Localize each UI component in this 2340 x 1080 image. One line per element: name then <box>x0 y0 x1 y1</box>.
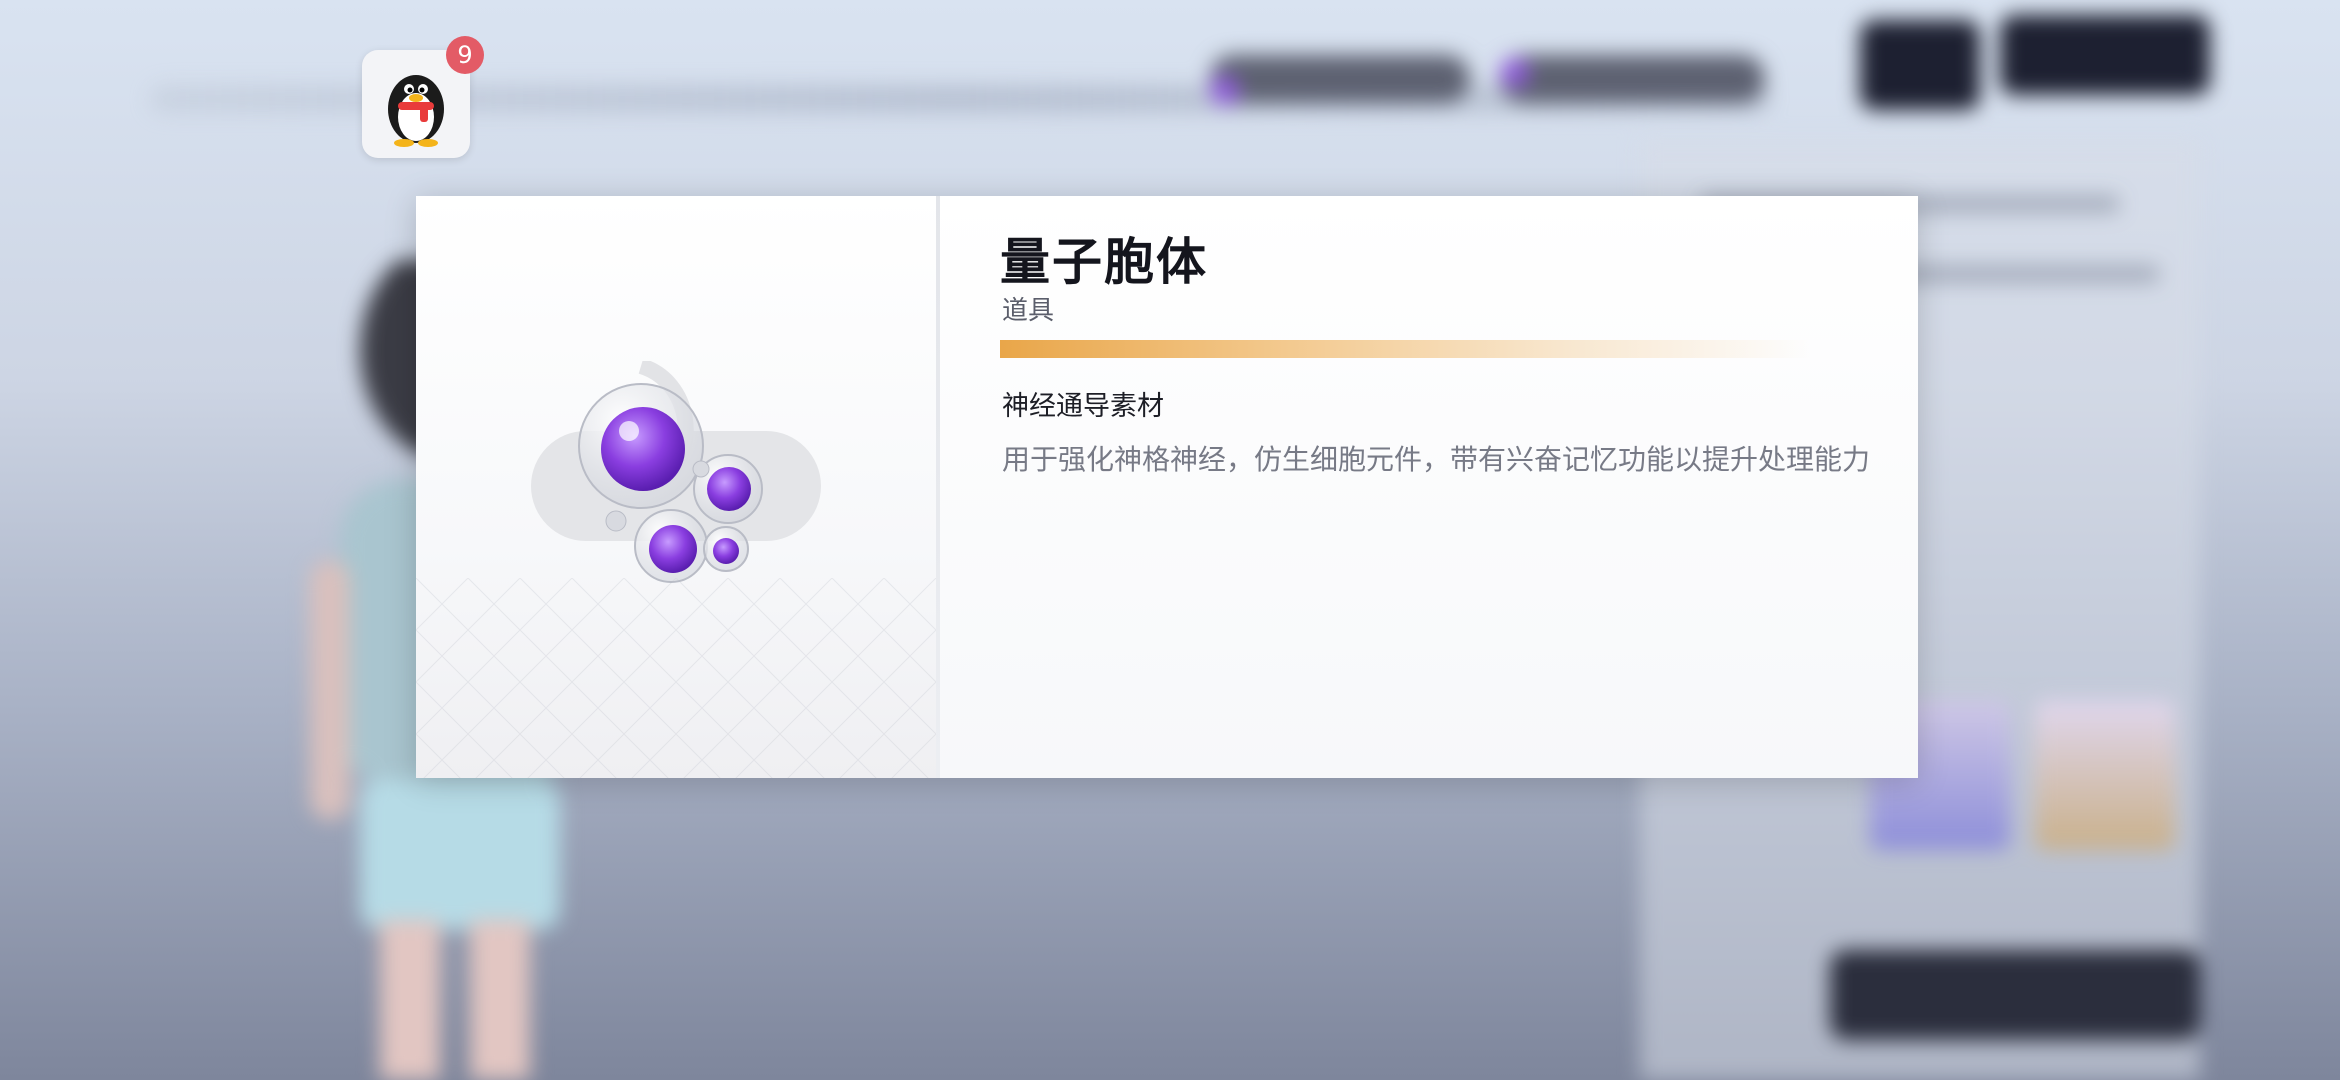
notification-badge: 9 <box>446 36 484 74</box>
quantum-cell-icon <box>531 361 821 583</box>
background-item-slot <box>2035 700 2175 850</box>
background-currency-icon-2 <box>1500 58 1530 88</box>
qq-penguin-icon <box>388 75 444 147</box>
diamond-pattern <box>416 578 936 778</box>
item-detail-card: 量子胞体 道具 神经通导素材 用于强化神格神经，仿生细胞元件，带有兴奋记忆功能以… <box>416 196 1918 778</box>
item-image-panel <box>416 196 936 778</box>
background-action-button <box>1830 950 2200 1040</box>
item-category: 道具 <box>1002 296 1055 326</box>
item-section-title: 神经通导素材 <box>1002 391 1164 422</box>
background-currency-icon-1 <box>1210 75 1240 105</box>
background-close-button <box>2000 15 2210 95</box>
item-description: 用于强化神格神经，仿生细胞元件，带有兴奋记忆功能以提升处理能力 <box>1002 443 1871 476</box>
rarity-bar <box>1000 340 1810 358</box>
item-name: 量子胞体 <box>1000 233 1208 291</box>
background-currency-1 <box>1210 55 1470 103</box>
background-menu-button <box>1860 20 1980 110</box>
background-currency-2 <box>1500 55 1765 103</box>
item-info-panel: 量子胞体 道具 神经通导素材 用于强化神格神经，仿生细胞元件，带有兴奋记忆功能以… <box>940 196 1918 778</box>
